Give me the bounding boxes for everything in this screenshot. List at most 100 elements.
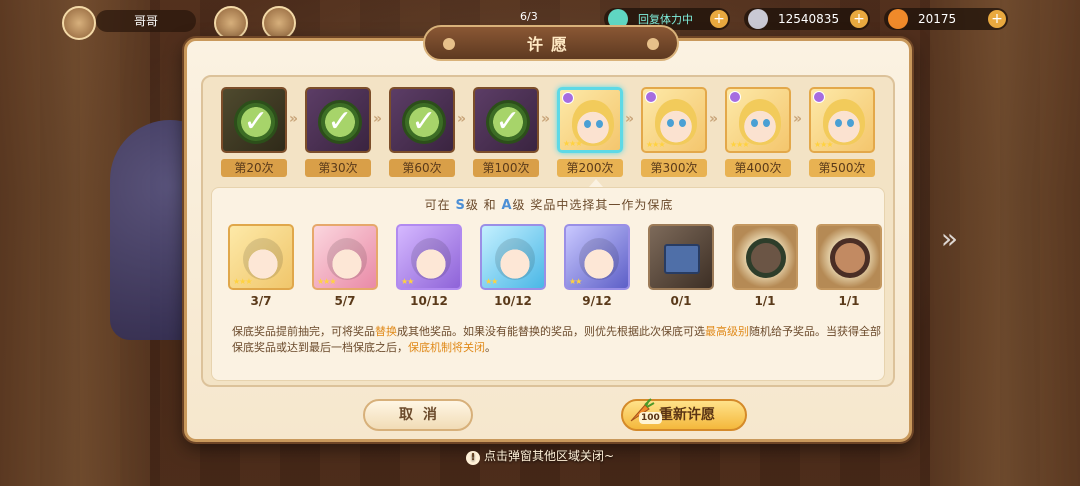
center-counter: 6/3 [520, 10, 538, 23]
menu-icon[interactable] [214, 6, 248, 40]
guarantee-title-suffix: 级 奖品中选择其一作为保底 [512, 198, 674, 212]
reward-card: ★★ [480, 224, 546, 290]
reward-count: 10/12 [494, 294, 532, 308]
milestone-item[interactable]: ★★★ 第300次 [641, 87, 707, 183]
star-rating-icon: ★★★ [233, 277, 252, 286]
relic-ring-icon [830, 238, 870, 278]
star-rating-icon: ★★ [401, 277, 414, 286]
character-portrait [579, 238, 619, 280]
next-page-arrow-icon: » [940, 222, 958, 255]
reward-count: 3/7 [250, 294, 272, 308]
carrot-plus-icon[interactable]: + [988, 10, 1006, 28]
milestone-row: ✓ 第20次 » ✓ 第30次 » ✓ 第60次 » ✓ 第100次 » ★★★… [221, 87, 881, 183]
milestone-item: ✓ 第100次 [473, 87, 539, 183]
character-portrait [739, 99, 781, 145]
back-button[interactable] [62, 6, 96, 40]
rank-badge-icon [645, 91, 657, 103]
milestone-item[interactable]: ★★★ 第400次 [725, 87, 791, 183]
reward-card: ★★ [396, 224, 462, 290]
milestone-card: ★★★ [725, 87, 791, 153]
info-icon: ! [465, 451, 480, 465]
milestone-item[interactable]: ★★★ 第500次 [809, 87, 875, 183]
milestone-card: ★★★ [557, 87, 623, 153]
rewish-label: 重新许愿 [659, 407, 715, 423]
relic-ring-icon [746, 238, 786, 278]
eye-icon [584, 120, 591, 128]
player-name: 哥哥 [96, 10, 196, 32]
rank-badge-icon [562, 92, 574, 104]
reward-item[interactable]: ★★ 10/12 [396, 224, 462, 314]
eye-icon [667, 119, 674, 127]
star-rating-icon: ★★★ [730, 140, 749, 149]
milestone-card: ✓ [473, 87, 539, 153]
milestone-item-current[interactable]: ★★★ 第200次 [557, 87, 623, 183]
desc-text: 成其他奖品。如果没有能替换的奖品，则优先根据此次保底可选 [397, 325, 705, 338]
reward-count: 1/1 [754, 294, 776, 308]
guarantee-section: 可在 S级 和 A级 奖品中选择其一作为保底 ★★★ 3/7 ★★★ 5/7 ★… [211, 187, 885, 381]
reward-card [816, 224, 882, 290]
character-portrait [243, 238, 283, 280]
milestone-label: 第400次 [725, 159, 791, 177]
reward-count: 10/12 [410, 294, 448, 308]
close-hint[interactable]: ! 点击弹窗其他区域关闭~ [0, 447, 1080, 465]
wish-panel: ✓ 第20次 » ✓ 第30次 » ✓ 第60次 » ✓ 第100次 » ★★★… [201, 75, 895, 387]
guarantee-title-prefix: 可在 [424, 198, 451, 212]
reward-count: 9/12 [582, 294, 612, 308]
rewish-button[interactable]: 100 重新许愿 [621, 398, 747, 431]
milestone-item: ✓ 第20次 [221, 87, 287, 183]
coin-pill[interactable]: 12540835 + [744, 8, 870, 30]
rewish-cost: 100 [639, 412, 662, 424]
rank-badge-icon [729, 91, 741, 103]
star-rating-icon: ★★★ [563, 139, 582, 148]
gift-box-icon [664, 244, 700, 274]
milestone-card: ★★★ [809, 87, 875, 153]
milestone-label: 第60次 [389, 159, 455, 177]
check-icon: ✓ [486, 100, 530, 144]
reward-card: ★★★ [312, 224, 378, 290]
milestone-label: 第500次 [809, 159, 875, 177]
check-icon: ✓ [234, 100, 278, 144]
character-portrait [495, 238, 535, 280]
character-portrait [823, 99, 865, 145]
reward-count: 0/1 [670, 294, 692, 308]
modal-title-bar: 许愿 [423, 25, 679, 61]
energy-plus-icon[interactable]: + [710, 10, 728, 28]
reward-card: ★★ [564, 224, 630, 290]
carrot-icon [888, 9, 908, 29]
reward-item[interactable]: ★★★ 3/7 [228, 224, 294, 314]
milestone-label: 第20次 [221, 159, 287, 177]
reward-card [732, 224, 798, 290]
eye-icon [847, 119, 854, 127]
reward-item[interactable]: 1/1 [732, 224, 798, 314]
character-portrait [327, 238, 367, 280]
desc-text: 保底奖品提前抽完，可将奖品 [232, 325, 375, 338]
desc-highlight: 保底机制将关闭 [408, 341, 485, 354]
milestone-item: ✓ 第30次 [305, 87, 371, 183]
title-ornament-icon [647, 38, 659, 50]
character-portrait [411, 238, 451, 280]
modal-title: 许愿 [526, 35, 575, 54]
carrot-pill[interactable]: 20175 + [884, 8, 1008, 30]
star-rating-icon: ★★ [569, 277, 582, 286]
milestone-card: ★★★ [641, 87, 707, 153]
eye-icon [679, 119, 686, 127]
cancel-button[interactable]: 取消 [363, 399, 473, 431]
character-portrait [655, 99, 697, 145]
desc-highlight: 最高级别 [705, 325, 749, 338]
check-icon: ✓ [402, 100, 446, 144]
reward-item[interactable]: ★★ 9/12 [564, 224, 630, 314]
reward-item[interactable]: 1/1 [816, 224, 882, 314]
grade-a-label: A [501, 198, 513, 213]
coin-icon [748, 9, 768, 29]
reward-item[interactable]: ★★ 10/12 [480, 224, 546, 314]
reward-item[interactable]: 0/1 [648, 224, 714, 314]
star-rating-icon: ★★ [485, 277, 498, 286]
guarantee-title: 可在 S级 和 A级 奖品中选择其一作为保底 [212, 196, 886, 213]
coin-plus-icon[interactable]: + [850, 10, 868, 28]
milestone-card: ✓ [221, 87, 287, 153]
milestone-label: 第300次 [641, 159, 707, 177]
chest-icon[interactable] [262, 6, 296, 40]
current-milestone-pointer [589, 179, 603, 187]
reward-item[interactable]: ★★★ 5/7 [312, 224, 378, 314]
milestone-label: 第200次 [557, 159, 623, 177]
